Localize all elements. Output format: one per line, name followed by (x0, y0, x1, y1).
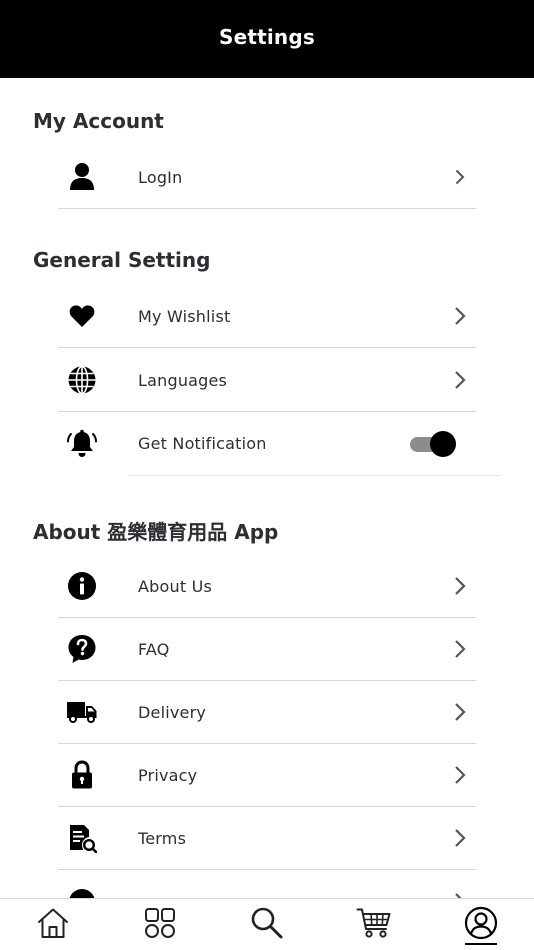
info-icon (60, 568, 104, 604)
settings-item-label: Terms (138, 828, 187, 848)
settings-item-faq[interactable]: FAQ (58, 618, 476, 681)
tab-categories[interactable] (130, 899, 190, 950)
settings-item-label: Languages (138, 370, 228, 390)
truck-icon (60, 694, 104, 730)
tab-cart[interactable] (344, 899, 404, 950)
settings-item-label: About Us (138, 576, 213, 596)
settings-item-terms[interactable]: Terms (58, 807, 476, 870)
cart-icon (356, 907, 392, 943)
settings-item-privacy[interactable]: Privacy (58, 744, 476, 807)
chevron-right-icon (452, 576, 468, 596)
settings-item-wishlist[interactable]: My Wishlist (58, 285, 476, 348)
chevron-right-icon (452, 639, 468, 659)
lock-icon (60, 757, 104, 793)
section-title-account: My Account (33, 109, 164, 133)
settings-screen: Settings My Account LogIn General Settin… (0, 0, 534, 950)
section-title-general: General Setting (33, 248, 211, 272)
search-icon (250, 906, 284, 944)
categories-icon (144, 907, 176, 943)
settings-item-label: Delivery (138, 702, 207, 722)
user-icon (60, 159, 104, 195)
globe-icon (60, 362, 104, 398)
question-bubble-icon (60, 631, 104, 667)
settings-item-label: FAQ (138, 639, 170, 659)
section-title-about: About 盈樂體育用品 App (33, 520, 279, 544)
toggle-knob (430, 431, 456, 457)
bottom-tab-bar (0, 898, 534, 950)
notification-toggle[interactable] (408, 431, 456, 457)
settings-item-notification: Get Notification (58, 412, 476, 475)
settings-list[interactable]: My Account LogIn General Setting My Wish… (0, 78, 534, 898)
settings-item-about-us[interactable]: About Us (58, 555, 476, 618)
home-icon (36, 907, 70, 943)
settings-item-languages[interactable]: Languages (58, 349, 476, 412)
profile-icon (464, 906, 498, 944)
chevron-right-icon (452, 167, 468, 187)
chevron-right-icon (452, 702, 468, 722)
page-title: Settings (218, 25, 315, 49)
settings-item-login[interactable]: LogIn (58, 146, 476, 209)
app-header: Settings (0, 0, 534, 78)
settings-item-label: Privacy (138, 765, 198, 785)
chevron-right-icon (452, 306, 468, 326)
chevron-right-icon (452, 765, 468, 785)
settings-item-label: Get Notification (138, 434, 267, 453)
tab-search[interactable] (237, 899, 297, 950)
active-tab-indicator (464, 942, 497, 945)
settings-item-delivery[interactable]: Delivery (58, 681, 476, 744)
settings-item-label: My Wishlist (138, 306, 231, 326)
tab-home[interactable] (23, 899, 83, 950)
partial-row-icon (60, 884, 104, 898)
divider (128, 475, 500, 476)
chevron-right-icon (452, 370, 468, 390)
tab-profile[interactable] (451, 899, 511, 950)
chevron-right-icon (452, 828, 468, 848)
settings-item-label: LogIn (138, 167, 183, 187)
document-search-icon (60, 820, 104, 856)
heart-icon (60, 298, 104, 334)
bell-icon (60, 426, 104, 462)
settings-item-partial[interactable] (58, 870, 476, 898)
